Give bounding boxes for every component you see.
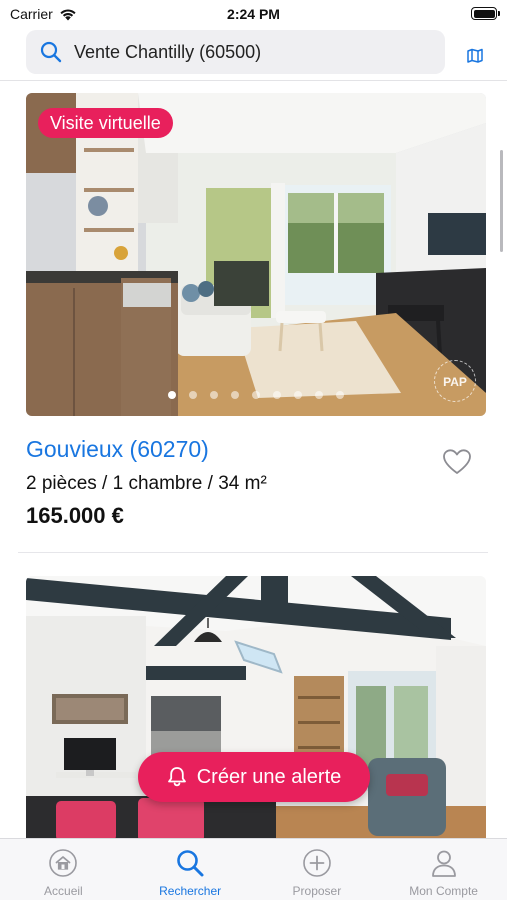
carousel-dot[interactable] [315, 391, 323, 399]
search-icon [40, 41, 62, 63]
user-icon [431, 850, 456, 877]
carousel-dot[interactable] [231, 391, 239, 399]
apartment-photo [26, 576, 486, 846]
tab-label: Accueil [44, 884, 83, 898]
carousel-dot[interactable] [189, 391, 197, 399]
listing-photo-carousel[interactable]: Visite virtuelle PAP [26, 93, 486, 416]
tab-proposer[interactable]: Proposer [254, 839, 381, 900]
scroll-indicator[interactable] [500, 150, 503, 252]
battery-icon [471, 7, 500, 20]
tab-label: Mon Compte [409, 884, 478, 898]
card-divider [18, 552, 488, 553]
bell-icon [167, 767, 186, 787]
carousel-dot[interactable] [210, 391, 218, 399]
tab-mon-compte[interactable]: Mon Compte [380, 839, 507, 900]
header-divider [0, 80, 507, 81]
tab-rechercher[interactable]: Rechercher [127, 839, 254, 900]
pap-watermark: PAP [434, 360, 476, 402]
search-icon [177, 850, 204, 877]
map-icon [467, 48, 483, 63]
listing-specs: 2 pièces / 1 chambre / 34 m² [26, 473, 267, 494]
carousel-dot[interactable] [168, 391, 176, 399]
search-field[interactable]: Vente Chantilly (60500) [26, 30, 445, 74]
app-screen: Carrier 2:24 PM Vente Chantilly (60500) [0, 0, 507, 900]
listing-price: 165.000 € [26, 503, 124, 528]
map-button[interactable] [462, 44, 488, 66]
carousel-dot[interactable] [336, 391, 344, 399]
listing-card[interactable] [26, 576, 486, 846]
create-alert-label: Créer une alerte [196, 765, 342, 788]
listing-title[interactable]: Gouvieux (60270) [26, 436, 486, 463]
listing-card[interactable]: Visite virtuelle PAP Gouvieux (60270) 2 … [26, 93, 486, 529]
carousel-dot[interactable] [273, 391, 281, 399]
carousel-dots [26, 391, 486, 399]
status-bar: Carrier 2:24 PM [0, 0, 507, 28]
search-query: Vente Chantilly (60500) [74, 42, 262, 62]
carousel-dot[interactable] [252, 391, 260, 399]
apartment-photo [26, 93, 486, 416]
plus-circle-icon [303, 849, 331, 877]
carousel-dot[interactable] [294, 391, 302, 399]
create-alert-button[interactable]: Créer une alerte [138, 752, 370, 802]
tab-label: Proposer [292, 884, 342, 898]
tab-accueil[interactable]: Accueil [0, 839, 127, 900]
status-time: 2:24 PM [227, 6, 280, 22]
virtual-tour-badge: Visite virtuelle [38, 108, 173, 138]
listing-photo-carousel[interactable] [26, 576, 486, 846]
tab-label: Rechercher [159, 884, 222, 898]
heart-icon[interactable] [442, 448, 472, 476]
home-icon [49, 849, 78, 877]
tab-bar: Accueil Rechercher Proposer Mon Compte [0, 838, 507, 900]
